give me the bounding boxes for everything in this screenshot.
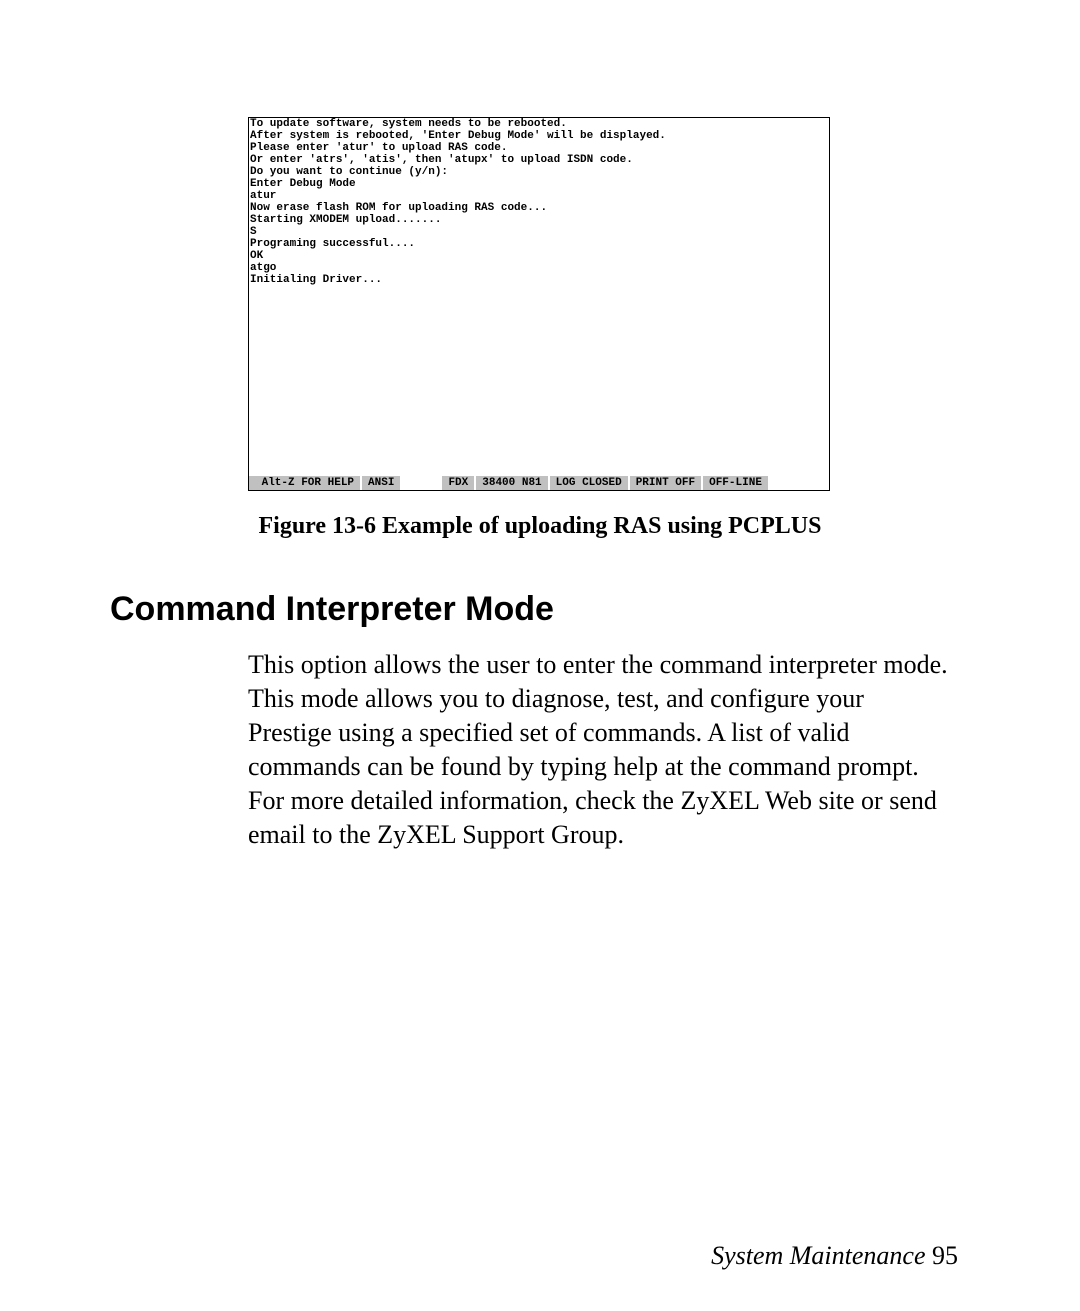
status-port: 38400 N81 — [476, 476, 549, 490]
term-line: Programing successful.... — [249, 238, 829, 250]
status-print: PRINT OFF — [630, 476, 703, 490]
term-line: OK — [249, 250, 829, 262]
term-line: To update software, system needs to be r… — [249, 118, 829, 130]
term-line: atgo — [249, 262, 829, 274]
document-page: To update software, system needs to be r… — [0, 0, 1080, 1311]
term-line: Or enter 'atrs', 'atis', then 'atupx' to… — [249, 154, 829, 166]
term-line: Now erase flash ROM for uploading RAS co… — [249, 202, 829, 214]
term-line: Please enter 'atur' to upload RAS code. — [249, 142, 829, 154]
page-footer: System Maintenance 95 — [711, 1241, 958, 1271]
term-line: Do you want to continue (y/n): — [249, 166, 829, 178]
term-line: Starting XMODEM upload....... — [249, 214, 829, 226]
term-line: atur — [249, 190, 829, 202]
terminal-output: To update software, system needs to be r… — [249, 118, 829, 476]
term-line: Initialing Driver... — [249, 274, 829, 286]
term-line: S — [249, 226, 829, 238]
figure-caption: Figure 13-6 Example of uploading RAS usi… — [0, 513, 1080, 540]
status-line: OFF-LINE — [703, 476, 768, 490]
status-log: LOG CLOSED — [550, 476, 630, 490]
status-help: Alt-Z FOR HELP — [249, 476, 362, 490]
term-line: After system is rebooted, 'Enter Debug M… — [249, 130, 829, 142]
status-duplex: FDX — [442, 476, 476, 490]
status-gap — [402, 476, 442, 490]
terminal-screenshot: To update software, system needs to be r… — [248, 117, 830, 491]
body-paragraph: This option allows the user to enter the… — [248, 648, 948, 852]
term-line: Enter Debug Mode — [249, 178, 829, 190]
status-emulation: ANSI — [362, 476, 402, 490]
footer-section-title: System Maintenance — [711, 1241, 932, 1270]
footer-page-number: 95 — [932, 1241, 958, 1270]
terminal-status-bar: Alt-Z FOR HELP ANSI FDX 38400 N81 LOG CL… — [249, 476, 829, 490]
section-heading: Command Interpreter Mode — [110, 590, 554, 629]
